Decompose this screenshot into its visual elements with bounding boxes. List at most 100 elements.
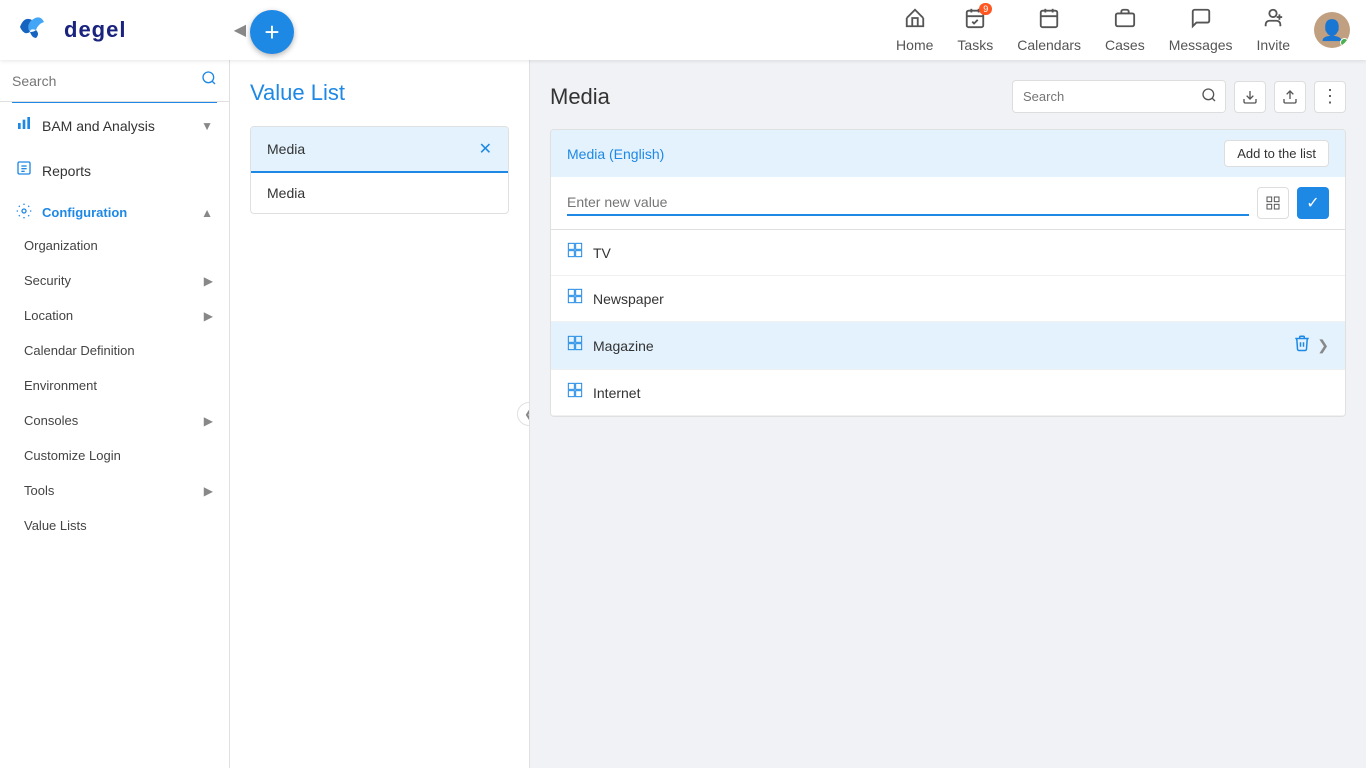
tasks-icon: 9 (964, 7, 986, 35)
tasks-badge: 9 (979, 3, 992, 15)
messages-icon (1190, 7, 1212, 35)
content-header-title: Media (English) (567, 146, 664, 162)
nav-calendars[interactable]: Calendars (1017, 7, 1081, 53)
bam-icon (16, 115, 32, 136)
internet-label: Internet (593, 385, 1329, 401)
new-value-input[interactable] (567, 190, 1249, 216)
cases-icon (1114, 7, 1136, 35)
left-panel: Value List Media ✕ Media ❮ (230, 60, 530, 768)
config-collapse-icon: ▲ (201, 206, 213, 220)
nav-calendars-label: Calendars (1017, 37, 1081, 53)
sidebar-item-customize-login[interactable]: Customize Login (0, 438, 229, 473)
newspaper-label: Newspaper (593, 291, 1329, 307)
nav-actions: Home 9 Tasks Calendars Cases Message (896, 7, 1350, 53)
right-search-button[interactable] (1193, 81, 1225, 112)
right-search-input[interactable] (1013, 83, 1193, 110)
add-button[interactable]: + (250, 10, 294, 54)
right-panel-title: Media (550, 84, 610, 110)
nav-messages[interactable]: Messages (1169, 7, 1233, 53)
magazine-chevron-button[interactable]: ❯ (1317, 337, 1329, 354)
customize-login-label: Customize Login (24, 448, 121, 463)
reports-icon (16, 160, 32, 181)
sidebar-item-environment[interactable]: Environment (0, 368, 229, 403)
location-label: Location (24, 308, 73, 323)
tv-list-icon (567, 242, 583, 263)
right-panel-header: Media ⋮ (550, 80, 1346, 113)
environment-label: Environment (24, 378, 97, 393)
invite-icon (1262, 7, 1284, 35)
more-options-button[interactable]: ⋮ (1314, 81, 1346, 113)
security-label: Security (24, 273, 71, 288)
sidebar-bam-label: BAM and Analysis (42, 118, 155, 134)
sidebar-item-value-lists[interactable]: Value Lists (0, 508, 229, 543)
list-row-newspaper[interactable]: Newspaper (551, 276, 1345, 322)
value-lists-label: Value Lists (24, 518, 87, 533)
download-button[interactable] (1234, 81, 1266, 113)
add-to-list-button[interactable]: Add to the list (1224, 140, 1329, 167)
tools-label: Tools (24, 483, 54, 498)
user-avatar[interactable]: 👤 (1314, 12, 1350, 48)
right-panel: Media ⋮ (530, 60, 1366, 768)
sidebar-item-calendar-definition[interactable]: Calendar Definition (0, 333, 229, 368)
logo-text: degel (64, 17, 126, 43)
nav-home[interactable]: Home (896, 7, 933, 53)
magazine-label: Magazine (593, 338, 1283, 354)
upload-button[interactable] (1274, 81, 1306, 113)
list-row-internet[interactable]: Internet (551, 370, 1345, 416)
online-indicator (1340, 38, 1349, 47)
internet-list-icon (567, 382, 583, 403)
main-content: Value List Media ✕ Media ❮ Media (230, 60, 1366, 768)
tools-arrow: ▶ (204, 484, 213, 498)
collapse-panel-button[interactable]: ❮ (517, 402, 530, 426)
sidebar-search-icon[interactable] (201, 70, 217, 91)
value-type-button[interactable] (1257, 187, 1289, 219)
new-value-row: ✓ (551, 177, 1345, 230)
home-icon (904, 7, 926, 35)
sidebar-reports-label: Reports (42, 163, 91, 179)
sidebar-search-input[interactable] (12, 73, 195, 89)
sidebar-section-configuration[interactable]: Configuration ▲ (0, 193, 229, 228)
sidebar-item-organization[interactable]: Organization (0, 228, 229, 263)
tv-label: TV (593, 245, 1329, 261)
consoles-label: Consoles (24, 413, 78, 428)
magazine-delete-button[interactable] (1293, 334, 1311, 357)
sidebar-search-container (0, 60, 229, 102)
organization-label: Organization (24, 238, 98, 253)
location-arrow: ▶ (204, 309, 213, 323)
content-header: Media (English) Add to the list (551, 130, 1345, 177)
sidebar-item-consoles[interactable]: Consoles ▶ (0, 403, 229, 438)
nav-invite[interactable]: Invite (1257, 7, 1290, 53)
value-list-item-media-active[interactable]: Media ✕ (251, 127, 508, 173)
sidebar-item-tools[interactable]: Tools ▶ (0, 473, 229, 508)
sidebar-item-bam[interactable]: BAM and Analysis ▼ (0, 103, 229, 148)
nav-cases[interactable]: Cases (1105, 7, 1145, 53)
sidebar-item-security[interactable]: Security ▶ (0, 263, 229, 298)
value-list-item-media-plain[interactable]: Media (251, 173, 508, 213)
more-icon: ⋮ (1321, 86, 1339, 107)
left-panel-title: Value List (250, 80, 509, 106)
list-row-magazine[interactable]: Magazine ❯ (551, 322, 1345, 370)
nav-invite-label: Invite (1257, 37, 1290, 53)
sidebar-item-location[interactable]: Location ▶ (0, 298, 229, 333)
right-search-bar (1012, 80, 1226, 113)
nav-tasks[interactable]: 9 Tasks (957, 7, 993, 53)
magazine-list-icon (567, 335, 583, 356)
top-nav: degel ◀ Home 9 Tasks Calendars (0, 0, 1366, 60)
newspaper-list-icon (567, 288, 583, 309)
sidebar: BAM and Analysis ▼ Reports Configuration… (0, 60, 230, 768)
sidebar-config-label: Configuration (42, 205, 127, 220)
calendars-icon (1038, 7, 1060, 35)
logo-area: degel ◀ (16, 12, 246, 48)
right-panel-actions: ⋮ (1012, 80, 1346, 113)
bam-expand-arrow: ▼ (201, 119, 213, 133)
media-close-icon[interactable]: ✕ (479, 139, 492, 159)
logo-icon (16, 12, 56, 48)
sidebar-collapse-btn[interactable]: ◀ (234, 20, 246, 40)
nav-home-label: Home (896, 37, 933, 53)
consoles-arrow: ▶ (204, 414, 213, 428)
sidebar-item-reports[interactable]: Reports (0, 148, 229, 193)
calendar-definition-label: Calendar Definition (24, 343, 135, 358)
list-row-tv[interactable]: TV (551, 230, 1345, 276)
magazine-actions: ❯ (1293, 334, 1329, 357)
confirm-new-value-button[interactable]: ✓ (1297, 187, 1329, 219)
